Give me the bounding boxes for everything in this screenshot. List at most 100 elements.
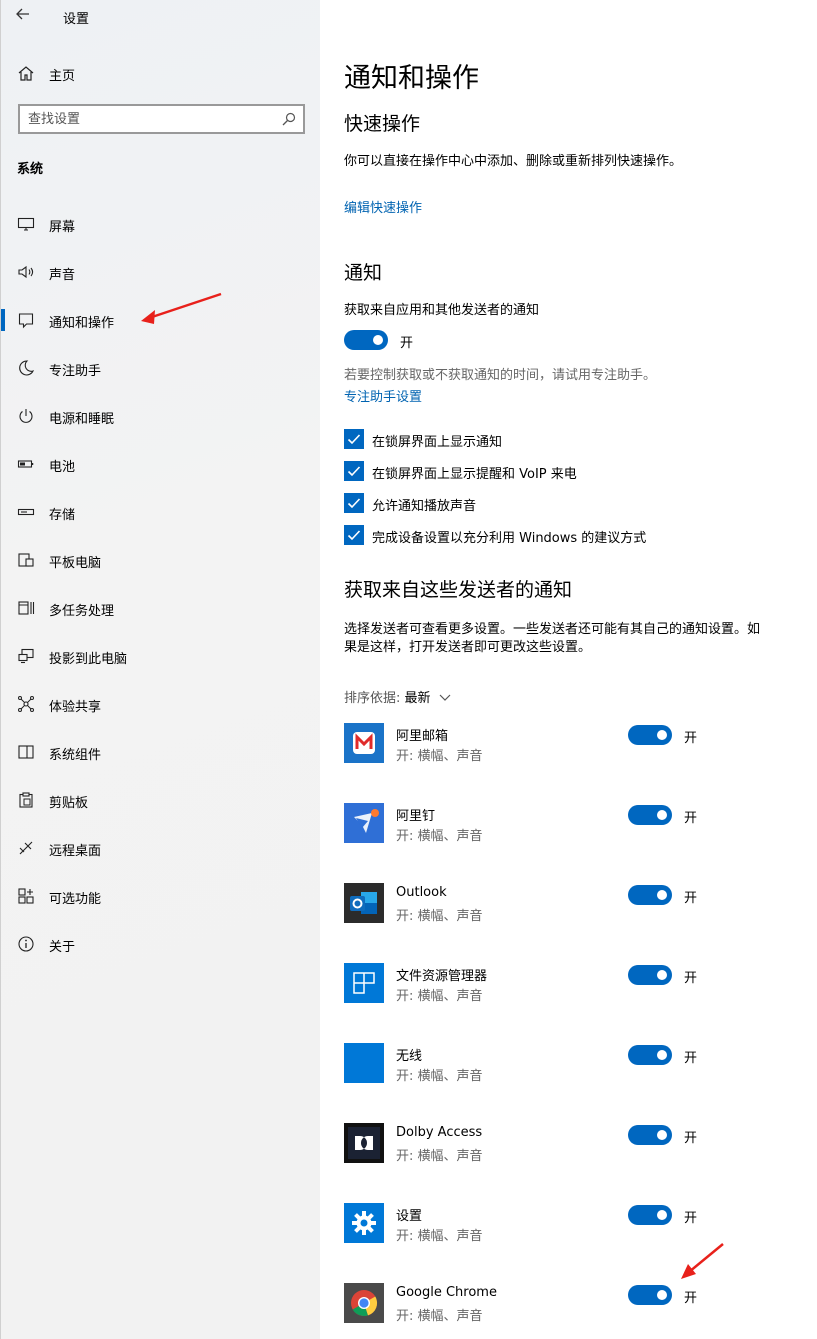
sender-row-file-explorer[interactable]: 文件资源管理器 开: 横幅、声音 开 (344, 963, 814, 1007)
checkmark-icon (347, 466, 361, 477)
sidebar-item-label: 可选功能 (49, 892, 102, 907)
get-notifications-toggle[interactable] (344, 330, 388, 350)
sidebar-item-battery[interactable]: 电池 (1, 444, 321, 484)
sidebar-item-power[interactable]: 电源和睡眠 (1, 396, 321, 436)
checkbox[interactable] (344, 429, 364, 449)
back-button[interactable] (15, 6, 35, 26)
sender-row-ali-mail[interactable]: 阿里邮箱 开: 横幅、声音 开 (344, 723, 814, 767)
main-content: 通知和操作 快速操作 你可以直接在操作中心中添加、删除或重新排列快速操作。 编辑… (320, 0, 817, 1339)
toggle-state: 开 (684, 731, 698, 746)
toggle-state: 开 (684, 1131, 698, 1146)
sidebar-item-label: 剪贴板 (49, 796, 89, 811)
search-icon[interactable] (281, 111, 297, 127)
share-icon (18, 696, 34, 712)
sender-status: 开: 横幅、声音 (396, 829, 483, 844)
sidebar-item-sound[interactable]: 声音 (1, 252, 321, 292)
checkbox[interactable] (344, 461, 364, 481)
checkbox[interactable] (344, 493, 364, 513)
clipboard-icon (19, 792, 33, 808)
sender-name: Dolby Access (396, 1125, 483, 1140)
sidebar-item-label: 远程桌面 (49, 844, 102, 859)
senders-heading: 获取来自这些发送者的通知 (344, 579, 573, 601)
sort-key: 排序依据: (344, 691, 401, 706)
checkbox-label: 允许通知播放声音 (372, 499, 477, 514)
sender-toggle[interactable] (628, 885, 672, 905)
multitask-icon (18, 601, 35, 615)
sender-row-dingtalk[interactable]: 阿里钉 开: 横幅、声音 开 (344, 803, 814, 847)
sidebar-item-system-components[interactable]: 系统组件 (1, 732, 321, 772)
sender-row-dolby-access[interactable]: Dolby Access 开: 横幅、声音 开 (344, 1123, 814, 1167)
sidebar-item-label: 专注助手 (49, 364, 102, 379)
sender-name: Google Chrome (396, 1285, 497, 1300)
sender-toggle[interactable] (628, 965, 672, 985)
toggle-state: 开 (684, 1291, 698, 1306)
search-box (18, 104, 305, 134)
checkbox-lockscreen-notifications[interactable]: 在锁屏界面上显示通知 (344, 429, 804, 450)
sender-toggle[interactable] (628, 1285, 672, 1305)
sender-row-settings[interactable]: 设置 开: 横幅、声音 开 (344, 1203, 814, 1247)
gear-icon (344, 1203, 384, 1243)
sidebar-item-label: 主页 (49, 69, 76, 84)
sidebar-item-about[interactable]: 关于 (1, 924, 321, 964)
sender-toggle[interactable] (628, 805, 672, 825)
sender-toggle[interactable] (628, 1045, 672, 1065)
sort-dropdown[interactable]: 排序依据: 最新 (344, 687, 451, 706)
sidebar-item-optional-features[interactable]: 可选功能 (1, 876, 321, 916)
sender-name: 设置 (396, 1209, 423, 1224)
toggle-state: 开 (684, 1211, 698, 1226)
moon-icon (19, 360, 35, 376)
sender-name: 文件资源管理器 (396, 969, 488, 984)
title-bar: 设置 (1, 0, 321, 32)
sidebar-item-multitasking[interactable]: 多任务处理 (1, 588, 321, 628)
sidebar-item-display[interactable]: 屏幕 (1, 204, 321, 244)
checkbox[interactable] (344, 525, 364, 545)
checkbox-notification-sounds[interactable]: 允许通知播放声音 (344, 493, 804, 514)
sender-row-wireless[interactable]: 无线 开: 横幅、声音 开 (344, 1043, 814, 1087)
sidebar-item-label: 通知和操作 (49, 316, 115, 331)
wireless-icon (344, 1043, 384, 1083)
sidebar-item-notifications[interactable]: 通知和操作 (1, 300, 321, 340)
file-explorer-icon (344, 963, 384, 1003)
sidebar-item-home[interactable]: 主页 (1, 58, 321, 88)
back-arrow-icon (16, 8, 29, 20)
sidebar-item-tablet[interactable]: 平板电脑 (1, 540, 321, 580)
sidebar-item-label: 平板电脑 (49, 556, 102, 571)
search-input[interactable] (28, 110, 278, 128)
ali-mail-icon (344, 723, 384, 763)
battery-icon (17, 460, 34, 468)
edit-quick-actions-link[interactable]: 编辑快速操作 (344, 197, 422, 216)
quick-actions-desc: 你可以直接在操作中心中添加、删除或重新排列快速操作。 (344, 154, 683, 169)
sidebar-item-label: 投影到此电脑 (49, 652, 128, 667)
sender-name: Outlook (396, 885, 447, 900)
checkbox-label: 在锁屏界面上显示提醒和 VoIP 来电 (372, 467, 577, 482)
sender-status: 开: 横幅、声音 (396, 909, 483, 924)
checkbox-device-setup-suggestions[interactable]: 完成设备设置以充分利用 Windows 的建议方式 (344, 525, 804, 546)
quick-actions-heading: 快速操作 (344, 113, 421, 135)
toggle-state: 开 (684, 1051, 698, 1066)
app-title: 设置 (63, 12, 90, 27)
checkbox-label: 在锁屏界面上显示通知 (372, 435, 503, 450)
sender-row-outlook[interactable]: Outlook 开: 横幅、声音 开 (344, 883, 814, 927)
sidebar-item-label: 关于 (49, 940, 76, 955)
sender-toggle[interactable] (628, 1205, 672, 1225)
senders-desc-line1: 选择发送者可查看更多设置。一些发送者还可能有其自己的通知设置。如 (344, 622, 761, 637)
sender-toggle[interactable] (628, 1125, 672, 1145)
sidebar-item-project[interactable]: 投影到此电脑 (1, 636, 321, 676)
sender-row-google-chrome[interactable]: Google Chrome 开: 横幅、声音 开 (344, 1283, 814, 1327)
sidebar-item-shared-experiences[interactable]: 体验共享 (1, 684, 321, 724)
sender-status: 开: 横幅、声音 (396, 1149, 483, 1164)
features-icon (18, 888, 34, 904)
checkbox-lockscreen-reminders[interactable]: 在锁屏界面上显示提醒和 VoIP 来电 (344, 461, 804, 482)
focus-assist-settings-link[interactable]: 专注助手设置 (344, 386, 422, 405)
sidebar-item-clipboard[interactable]: 剪贴板 (1, 780, 321, 820)
home-icon (18, 66, 34, 81)
sidebar-item-storage[interactable]: 存储 (1, 492, 321, 532)
sidebar-item-label: 声音 (49, 268, 76, 283)
sender-status: 开: 横幅、声音 (396, 989, 483, 1004)
dolby-access-icon (344, 1123, 384, 1163)
sidebar-item-focus-assist[interactable]: 专注助手 (1, 348, 321, 388)
sender-toggle[interactable] (628, 725, 672, 745)
checkmark-icon (347, 530, 361, 541)
components-icon (18, 745, 34, 759)
sidebar-item-remote-desktop[interactable]: 远程桌面 (1, 828, 321, 868)
